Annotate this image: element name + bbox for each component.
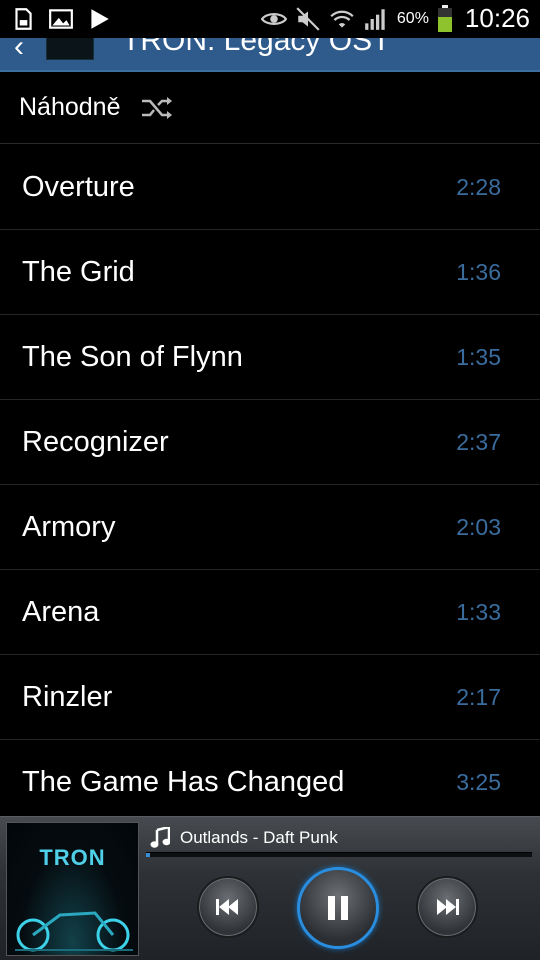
track-row[interactable]: Recognizer 2:37 (0, 400, 540, 485)
wifi-icon (330, 10, 354, 28)
track-row[interactable]: Rinzler 2:17 (0, 655, 540, 740)
track-row[interactable]: The Son of Flynn 1:35 (0, 315, 540, 400)
progress-fill (146, 853, 150, 857)
track-duration: 2:03 (456, 514, 501, 540)
now-playing[interactable]: Outlands - Daft Punk (150, 825, 338, 851)
shuffle-row[interactable]: Náhodně (0, 72, 540, 144)
track-duration: 2:17 (456, 684, 501, 710)
battery-percent: 60% (396, 9, 429, 27)
eye-icon (260, 12, 287, 25)
pause-button[interactable] (297, 867, 379, 949)
album-thumbnail[interactable] (46, 38, 94, 60)
track-title: The Son of Flynn (22, 341, 243, 373)
track-list: Overture 2:28 The Grid 1:36 The Son of Flynn… (0, 145, 540, 825)
next-icon (437, 899, 459, 915)
track-row[interactable]: The Grid 1:36 (0, 230, 540, 315)
track-title: The Grid (22, 256, 135, 288)
mute-icon (296, 6, 320, 31)
back-icon[interactable]: ‹ (14, 38, 24, 64)
track-duration: 2:28 (456, 174, 501, 200)
track-row[interactable]: Armory 2:03 (0, 485, 540, 570)
cover-logo: TRON (39, 845, 106, 870)
track-duration: 1:36 (456, 259, 501, 285)
battery-icon (437, 4, 452, 32)
track-duration: 1:35 (456, 344, 501, 370)
previous-button[interactable] (197, 876, 259, 938)
next-button[interactable] (416, 876, 478, 938)
track-title: Rinzler (22, 681, 113, 713)
system-icons: 60% 10:26 (260, 3, 530, 34)
track-duration: 1:33 (456, 599, 501, 625)
signal-icon (365, 8, 385, 30)
track-duration: 3:25 (456, 769, 501, 795)
sd-card-icon (15, 8, 32, 30)
track-row[interactable]: Arena 1:33 (0, 570, 540, 655)
shuffle-icon (142, 96, 173, 119)
lightcycle-graphic (15, 911, 133, 952)
notification-icons (10, 6, 112, 32)
previous-icon (216, 899, 238, 915)
track-title: Overture (22, 171, 135, 203)
action-bar: ‹ TRON: Legacy OST (0, 38, 540, 72)
track-duration: 2:37 (456, 429, 501, 455)
image-icon (49, 9, 73, 29)
now-playing-text: Outlands - Daft Punk (180, 828, 338, 847)
track-title: Arena (22, 596, 100, 628)
mini-player: TRON Outlands - Daft Punk (0, 816, 540, 960)
track-row[interactable]: Overture 2:28 (0, 145, 540, 230)
progress-bar[interactable] (146, 852, 532, 857)
music-note-icon (150, 827, 170, 848)
shuffle-label: Náhodně (19, 93, 121, 121)
track-title: Recognizer (22, 426, 169, 458)
album-title: TRON: Legacy OST (122, 38, 391, 57)
album-cover[interactable]: TRON (6, 822, 139, 956)
track-title: Armory (22, 511, 116, 543)
clock: 10:26 (464, 3, 530, 33)
track-title: The Game Has Changed (22, 766, 345, 798)
status-bar: 60% 10:26 (0, 0, 540, 38)
play-notification-icon (91, 9, 109, 29)
track-row[interactable]: The Game Has Changed 3:25 (0, 740, 540, 825)
pause-icon (328, 896, 348, 920)
